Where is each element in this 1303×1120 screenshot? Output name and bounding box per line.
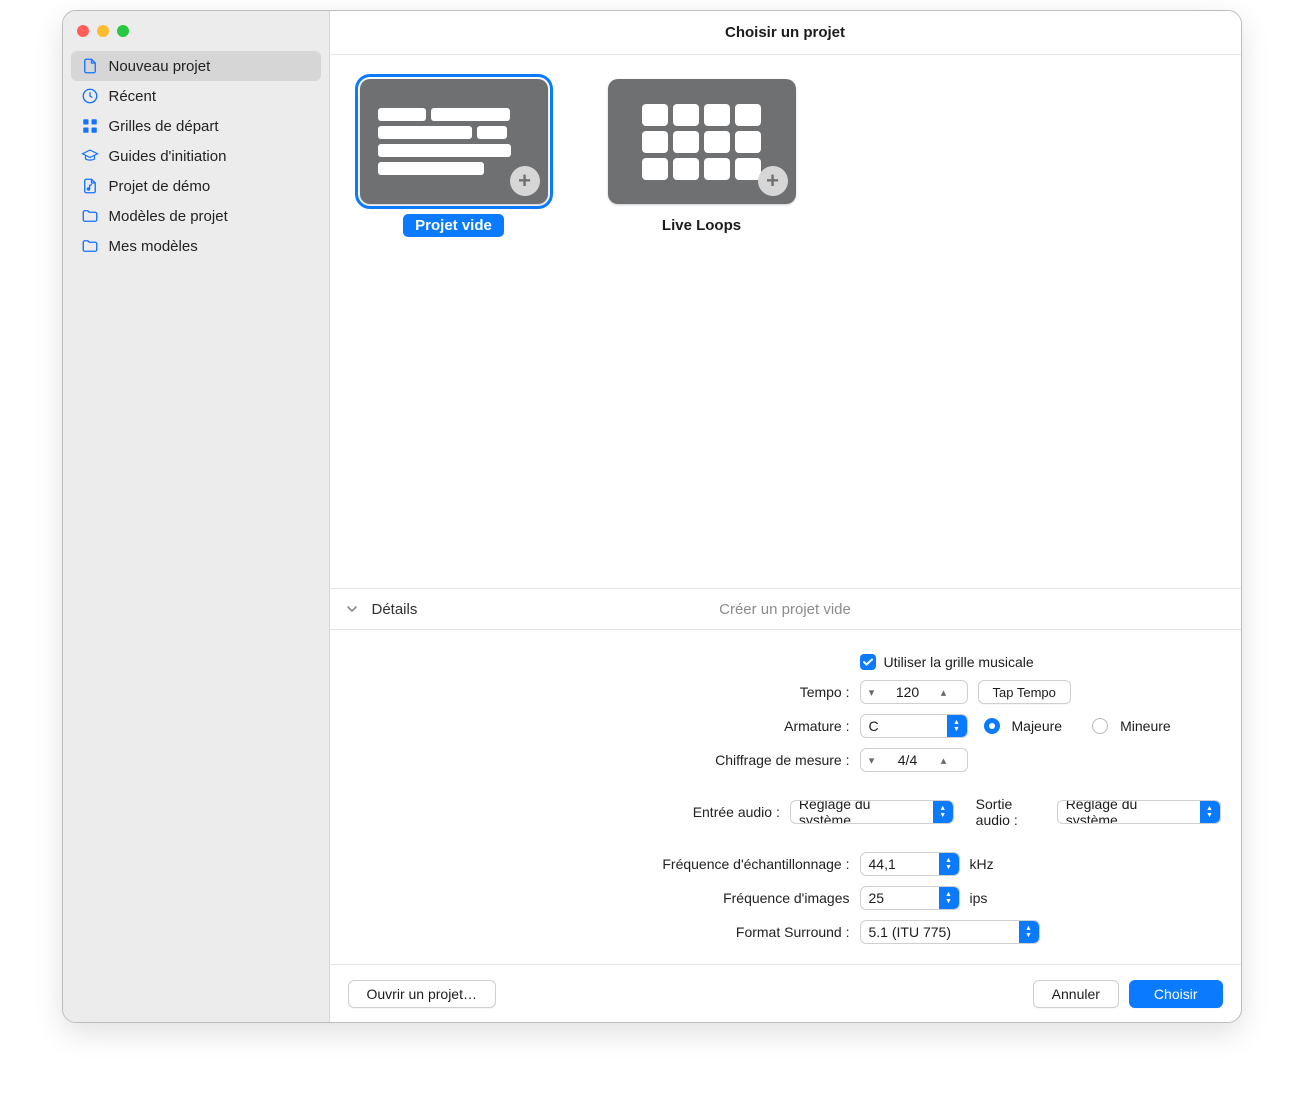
footer: Ouvrir un projet… Annuler Choisir: [330, 964, 1241, 1022]
select-indicator-icon: ▲▼: [947, 715, 967, 737]
select-indicator-icon: ▲▼: [1019, 921, 1039, 943]
plus-icon: +: [758, 166, 788, 196]
audio-output-label: Sortie audio :: [976, 796, 1047, 828]
sidebar-item-label: Modèles de projet: [109, 208, 228, 225]
file-music-icon: [81, 177, 99, 195]
sidebar-item-label: Grilles de départ: [109, 118, 219, 135]
project-chooser-window: Nouveau projet Récent Grilles de départ: [62, 10, 1242, 1023]
sidebar-item-label: Mes modèles: [109, 238, 198, 255]
details-title: Détails: [372, 601, 418, 618]
chevron-down-icon[interactable]: ▾: [861, 681, 883, 703]
template-label: Projet vide: [403, 214, 504, 237]
template-live-loops[interactable]: + Live Loops: [608, 79, 796, 237]
sidebar: Nouveau projet Récent Grilles de départ: [63, 11, 330, 1022]
sample-rate-label: Fréquence d'échantillonnage :: [350, 856, 860, 872]
tempo-label: Tempo :: [350, 684, 860, 700]
tap-tempo-button[interactable]: Tap Tempo: [978, 680, 1071, 704]
close-window-button[interactable]: [77, 25, 89, 37]
chevron-up-icon[interactable]: ▴: [933, 681, 955, 703]
zoom-window-button[interactable]: [117, 25, 129, 37]
cancel-button[interactable]: Annuler: [1033, 980, 1119, 1008]
sample-rate-value: 44,1: [861, 856, 939, 872]
key-minor-radio[interactable]: Mineure: [1092, 718, 1171, 734]
template-grid: + Projet vide + Live Loops: [330, 55, 1241, 588]
key-select[interactable]: C ▲▼: [860, 714, 968, 738]
frame-rate-value: 25: [861, 890, 939, 906]
window-title: Choisir un projet: [330, 11, 1241, 55]
chevron-down-icon[interactable]: ▾: [861, 749, 883, 771]
tempo-stepper[interactable]: ▾ 120 ▴: [860, 680, 968, 704]
liveloops-grid-icon: [642, 104, 761, 180]
sidebar-item-label: Projet de démo: [109, 178, 211, 195]
audio-input-value: Réglage du système: [791, 800, 933, 824]
radio-icon: [984, 718, 1000, 734]
chevron-up-icon[interactable]: ▴: [933, 749, 955, 771]
sidebar-item-label: Guides d'initiation: [109, 148, 227, 165]
sidebar-item-starter-grids[interactable]: Grilles de départ: [71, 111, 321, 141]
minimize-window-button[interactable]: [97, 25, 109, 37]
sidebar-item-label: Nouveau projet: [109, 58, 211, 75]
select-indicator-icon: ▲▼: [933, 801, 953, 823]
use-musical-grid-checkbox[interactable]: [860, 654, 876, 670]
window-controls: [63, 17, 329, 51]
details-disclosure-toggle[interactable]: [344, 601, 360, 617]
folder-icon: [81, 237, 99, 255]
surround-label: Format Surround :: [350, 924, 860, 940]
sidebar-item-tutorials[interactable]: Guides d'initiation: [71, 141, 321, 171]
details-description: Créer un projet vide: [719, 601, 851, 618]
details-panel: Utiliser la grille musicale Tempo : ▾ 12…: [330, 630, 1241, 964]
sidebar-item-new-project[interactable]: Nouveau projet: [71, 51, 321, 81]
template-thumbnail: +: [360, 79, 548, 204]
key-major-radio[interactable]: Majeure: [984, 718, 1063, 734]
open-project-button[interactable]: Ouvrir un projet…: [348, 980, 496, 1008]
select-indicator-icon: ▲▼: [939, 887, 959, 909]
surround-value: 5.1 (ITU 775): [861, 924, 1019, 940]
clock-icon: [81, 87, 99, 105]
key-value: C: [861, 718, 947, 734]
template-thumbnail: +: [608, 79, 796, 204]
sidebar-item-label: Récent: [109, 88, 157, 105]
select-indicator-icon: ▲▼: [939, 853, 959, 875]
sidebar-item-recent[interactable]: Récent: [71, 81, 321, 111]
select-indicator-icon: ▲▼: [1200, 801, 1220, 823]
template-empty-project[interactable]: + Projet vide: [360, 79, 548, 237]
sample-rate-unit: kHz: [970, 856, 994, 872]
audio-input-select[interactable]: Réglage du système ▲▼: [790, 800, 954, 824]
audio-input-label: Entrée audio :: [350, 804, 790, 820]
sidebar-item-demo-project[interactable]: Projet de démo: [71, 171, 321, 201]
key-label: Armature :: [350, 718, 860, 734]
template-label: Live Loops: [650, 214, 753, 237]
sidebar-item-project-templates[interactable]: Modèles de projet: [71, 201, 321, 231]
graduation-icon: [81, 147, 99, 165]
frame-rate-select[interactable]: 25 ▲▼: [860, 886, 960, 910]
frame-rate-label: Fréquence d'images: [350, 890, 860, 906]
radio-icon: [1092, 718, 1108, 734]
sidebar-item-my-templates[interactable]: Mes modèles: [71, 231, 321, 261]
file-new-icon: [81, 57, 99, 75]
audio-output-value: Réglage du système: [1058, 800, 1200, 824]
choose-button[interactable]: Choisir: [1129, 980, 1223, 1008]
plus-icon: +: [510, 166, 540, 196]
tempo-value: 120: [883, 684, 933, 700]
sample-rate-select[interactable]: 44,1 ▲▼: [860, 852, 960, 876]
use-musical-grid-label: Utiliser la grille musicale: [884, 654, 1034, 670]
time-signature-label: Chiffrage de mesure :: [350, 752, 860, 768]
frame-rate-unit: ips: [970, 890, 988, 906]
surround-select[interactable]: 5.1 (ITU 775) ▲▼: [860, 920, 1040, 944]
details-header: Détails Créer un projet vide: [330, 588, 1241, 630]
time-signature-value: 4/4: [883, 752, 933, 768]
audio-output-select[interactable]: Réglage du système ▲▼: [1057, 800, 1221, 824]
folder-icon: [81, 207, 99, 225]
grid-icon: [81, 117, 99, 135]
time-signature-stepper[interactable]: ▾ 4/4 ▴: [860, 748, 968, 772]
